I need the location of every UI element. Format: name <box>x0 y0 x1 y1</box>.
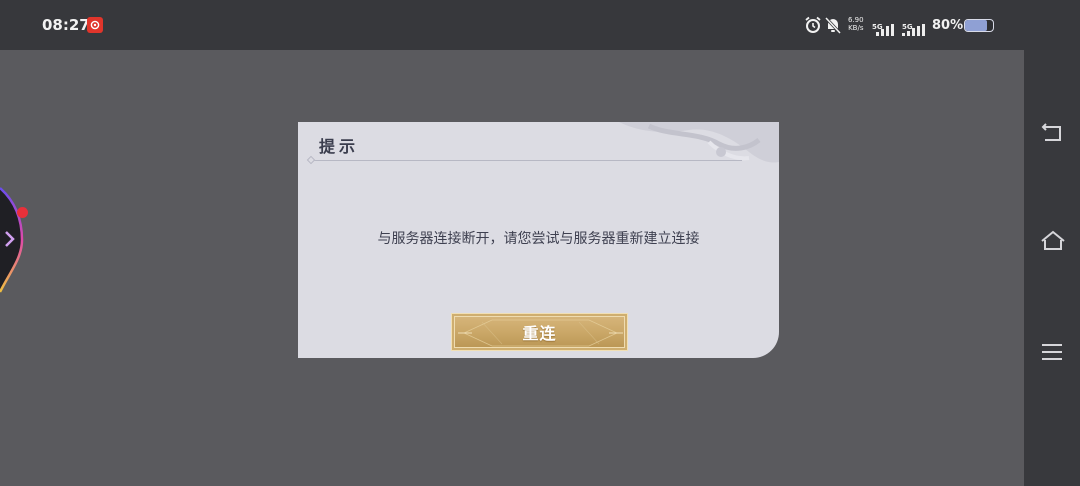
home-icon[interactable] <box>1040 229 1065 253</box>
mute-icon <box>824 16 842 38</box>
navigation-bar <box>1024 50 1080 486</box>
signal-icon <box>876 24 894 36</box>
app-notification-icon <box>87 17 103 33</box>
battery-fill <box>965 20 988 31</box>
reconnect-button-label: 重连 <box>522 324 557 343</box>
sim1-signal: 5G <box>872 14 894 36</box>
sim2-signal: 5G <box>902 14 925 36</box>
menu-icon[interactable] <box>1040 340 1064 364</box>
status-time: 08:27 <box>42 16 90 34</box>
title-divider <box>308 160 742 161</box>
disconnect-dialog: 提示 与服务器连接断开，请您尝试与服务器重新建立连接 重连 <box>298 122 779 358</box>
alarm-icon <box>804 16 822 38</box>
network-speed-unit: KB/s <box>848 24 864 32</box>
title-divider-ornament <box>306 155 316 165</box>
battery-icon <box>964 19 994 32</box>
signal-icon <box>902 24 925 36</box>
dialog-message: 与服务器连接断开，请您尝试与服务器重新建立连接 <box>377 231 700 247</box>
battery-percent: 80% <box>932 18 964 33</box>
network-speed-value: 6.90 <box>848 16 864 24</box>
reconnect-button[interactable]: 重连 <box>451 313 628 351</box>
network-speed: 6.90 KB/s <box>848 16 864 32</box>
back-icon[interactable] <box>1040 120 1064 144</box>
floating-notification-dot <box>17 207 28 218</box>
dialog-title: 提示 <box>319 137 360 156</box>
status-bar: 08:27 6.90 KB/s 5G 5G 80% <box>0 0 1080 50</box>
screen: 08:27 6.90 KB/s 5G 5G 80% 提示 与服务器连接断开，请您… <box>0 0 1080 486</box>
floating-assistant-handle[interactable] <box>0 180 32 300</box>
